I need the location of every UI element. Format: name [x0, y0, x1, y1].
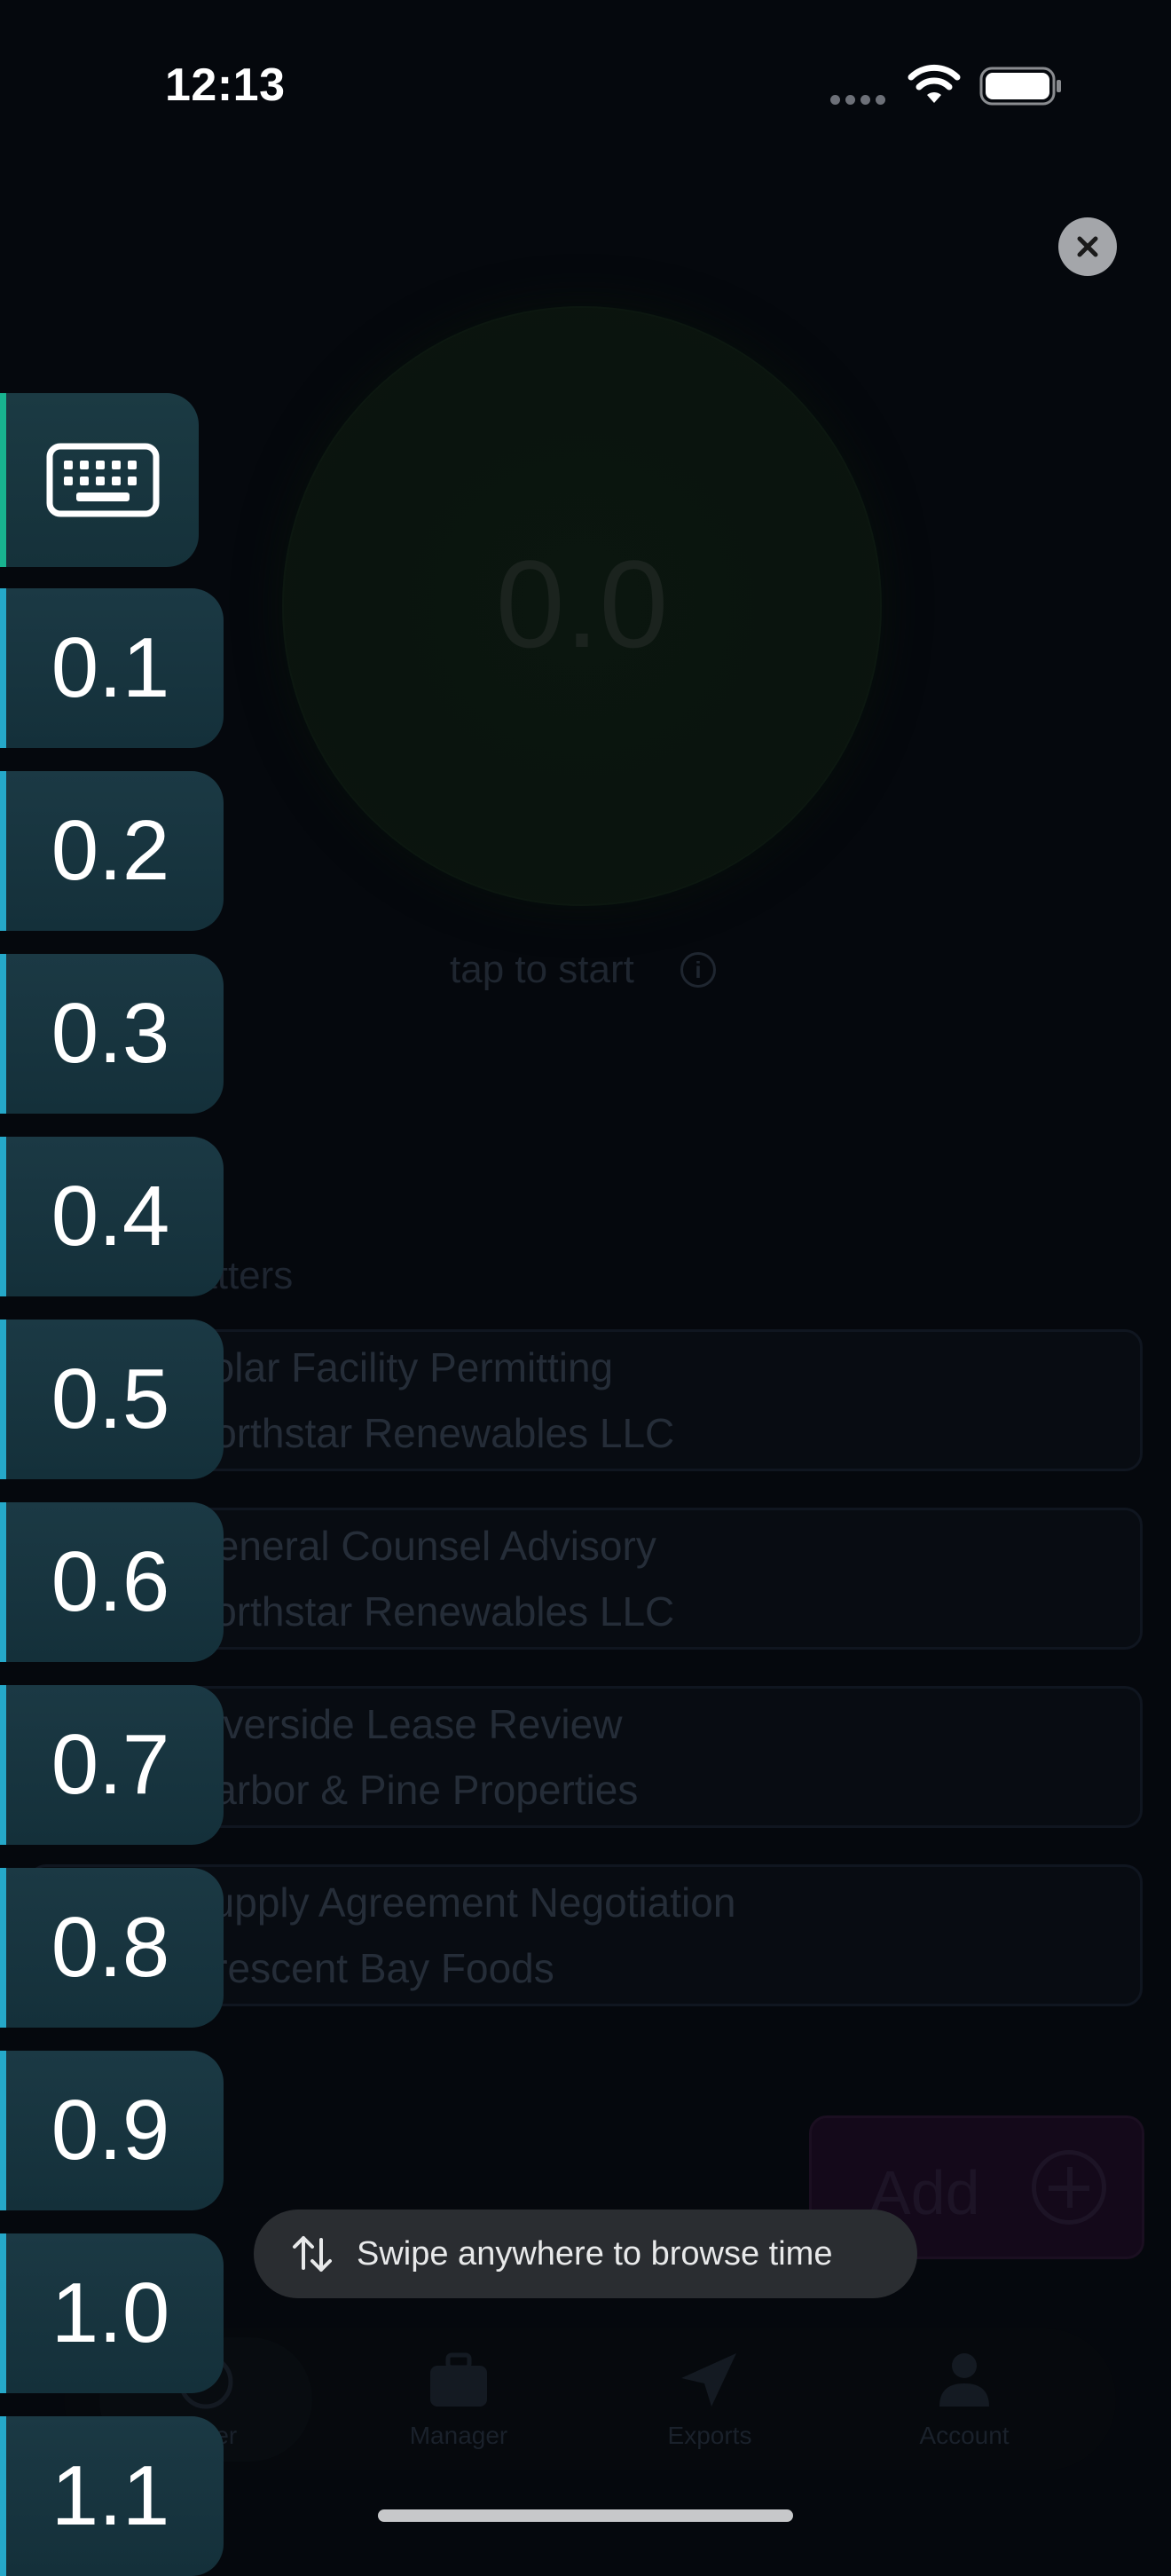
increment-option[interactable]: 0.5: [0, 1320, 224, 1479]
timer-value: 0.0: [495, 534, 669, 674]
plus-circle-icon: [1032, 2150, 1106, 2225]
increment-option[interactable]: 0.8: [0, 1868, 224, 2028]
client-name: Northstar Renewables LLC: [185, 1588, 675, 1635]
matter-name: Solar Facility Permitting: [185, 1344, 614, 1390]
matter-name: Supply Agreement Negotiation: [185, 1879, 736, 1926]
increment-value: 0.6: [51, 1534, 170, 1629]
up-down-arrows-icon: [293, 2236, 332, 2272]
matter-name: General Counsel Advisory: [185, 1523, 656, 1569]
tab-manager[interactable]: Manager: [352, 2337, 565, 2462]
tab-account[interactable]: Account: [858, 2337, 1071, 2462]
wifi-icon: [908, 64, 961, 103]
paper-plane-icon: [681, 2353, 736, 2407]
matter-name: Riverside Lease Review: [185, 1701, 623, 1747]
increment-value: 0.2: [51, 803, 170, 898]
increment-option[interactable]: 0.7: [0, 1685, 224, 1845]
tab-exports[interactable]: Exports: [603, 2337, 816, 2462]
battery-icon: [979, 67, 1061, 106]
increment-value: 0.5: [51, 1351, 170, 1446]
briefcase-icon: [430, 2352, 487, 2407]
status-time: 12:13: [165, 59, 286, 111]
swipe-hint-toast: Swipe anywhere to browse time: [254, 2210, 917, 2298]
close-button[interactable]: [1058, 217, 1117, 276]
close-icon: [1077, 236, 1098, 257]
home-indicator[interactable]: [378, 2509, 793, 2522]
increment-value: 0.3: [51, 986, 170, 1081]
increment-value: 0.8: [51, 1900, 170, 1995]
increment-option[interactable]: 0.6: [0, 1502, 224, 1662]
keyboard-icon: [46, 443, 159, 517]
increment-option[interactable]: 0.3: [0, 954, 224, 1114]
increment-value: 0.4: [51, 1169, 170, 1264]
increment-value: 0.1: [51, 620, 170, 715]
increment-option[interactable]: 1.0: [0, 2233, 224, 2393]
tab-label: Account: [919, 2422, 1010, 2449]
increment-option[interactable]: 0.1: [0, 588, 224, 748]
keyboard-entry-button[interactable]: [0, 393, 199, 567]
increment-option[interactable]: 1.1: [0, 2416, 224, 2576]
increment-option[interactable]: 0.4: [0, 1137, 224, 1296]
tab-label: Manager: [409, 2422, 508, 2449]
cellular-signal-icon: [830, 93, 891, 109]
increment-value: 1.1: [51, 2448, 170, 2543]
increment-option[interactable]: 0.9: [0, 2051, 224, 2210]
client-name: Northstar Renewables LLC: [185, 1410, 675, 1456]
increment-value: 0.7: [51, 1717, 170, 1812]
toast-text: Swipe anywhere to browse time: [357, 2234, 833, 2273]
increment-option[interactable]: 0.2: [0, 771, 224, 931]
client-name: Harbor & Pine Properties: [185, 1767, 639, 1813]
person-icon: [939, 2353, 989, 2407]
increment-value: 0.9: [51, 2083, 170, 2178]
increment-value: 1.0: [51, 2265, 170, 2360]
info-icon[interactable]: i: [680, 952, 716, 988]
tab-label: Exports: [667, 2422, 752, 2449]
client-name: Crescent Bay Foods: [185, 1945, 554, 1991]
tap-to-start-hint: tap to start: [450, 948, 634, 991]
